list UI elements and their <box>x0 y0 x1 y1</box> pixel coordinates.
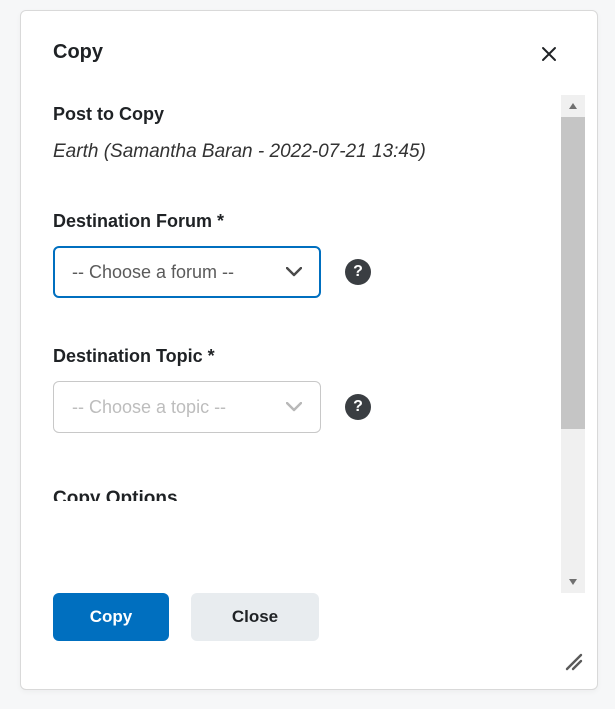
destination-topic-row: -- Choose a topic -- ? <box>53 381 517 433</box>
destination-topic-placeholder: -- Choose a topic -- <box>72 397 226 418</box>
scrollbar <box>561 95 585 593</box>
destination-topic-help-icon[interactable]: ? <box>345 394 371 420</box>
destination-topic-label: Destination Topic * <box>53 346 517 367</box>
dialog-title: Copy <box>53 41 565 64</box>
scroll-up-button[interactable] <box>561 95 585 117</box>
dialog-header: Copy <box>21 11 597 64</box>
close-button[interactable]: Close <box>191 593 319 641</box>
chevron-down-icon <box>286 267 302 277</box>
resize-handle[interactable] <box>561 649 583 671</box>
dialog-footer: Copy Close <box>21 579 597 641</box>
destination-forum-placeholder: -- Choose a forum -- <box>72 262 234 283</box>
post-to-copy-value: Earth (Samantha Baran - 2022-07-21 13:45… <box>53 141 517 163</box>
destination-topic-select[interactable]: -- Choose a topic -- <box>53 381 321 433</box>
post-to-copy-label: Post to Copy <box>53 104 517 125</box>
copy-options-heading: Copy Options <box>53 481 517 501</box>
scroll-track[interactable] <box>561 117 585 571</box>
destination-forum-label: Destination Forum * <box>53 211 517 232</box>
copy-dialog: Copy Post to Copy Earth (Samantha Baran … <box>20 10 598 690</box>
copy-button[interactable]: Copy <box>53 593 169 641</box>
destination-forum-select[interactable]: -- Choose a forum -- <box>53 246 321 298</box>
destination-forum-row: -- Choose a forum -- ? <box>53 246 517 298</box>
chevron-down-icon <box>286 402 302 412</box>
scroll-down-button[interactable] <box>561 571 585 593</box>
scroll-thumb[interactable] <box>561 117 585 429</box>
dialog-body: Post to Copy Earth (Samantha Baran - 202… <box>21 64 597 579</box>
close-icon <box>540 45 558 66</box>
destination-forum-help-icon[interactable]: ? <box>345 259 371 285</box>
